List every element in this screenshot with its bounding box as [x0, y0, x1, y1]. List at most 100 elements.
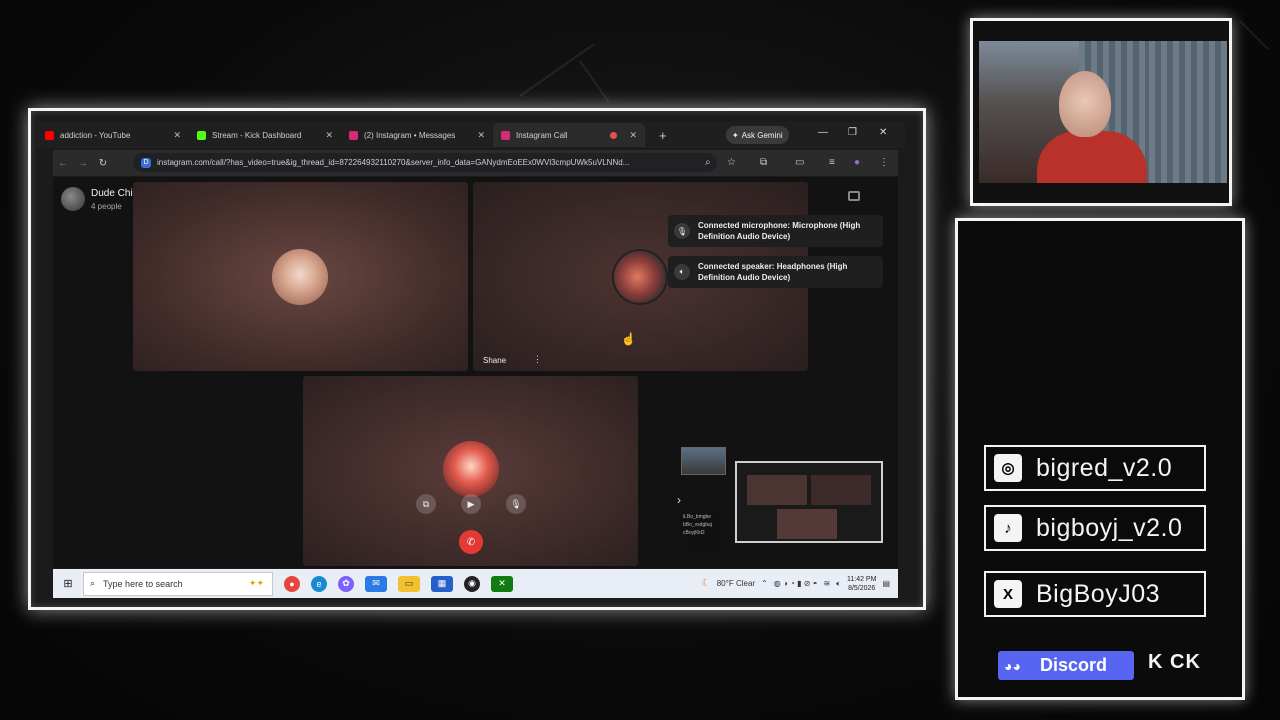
instagram-icon: [349, 130, 358, 140]
clock-time: 11:42 PM: [846, 575, 877, 583]
instagram-handle-card: ◎ bigred_v2.0: [984, 445, 1206, 491]
tab-label: (2) Instagram • Messages: [364, 130, 456, 140]
chrome-icon[interactable]: ●: [284, 575, 300, 592]
taskbar-search-input[interactable]: ⌕ Type here to search ✦✦: [83, 571, 273, 596]
mini-list-item: bBo_vsdgbaj: [683, 522, 712, 528]
tab-label: Instagram Call: [516, 130, 568, 140]
tiktok-handle-card: ♪ bigboyj_v2.0: [984, 505, 1206, 551]
chevron-right-icon[interactable]: ›: [677, 493, 681, 507]
participant-avatar: [612, 249, 668, 305]
zoom-icon[interactable]: ⌕: [705, 157, 711, 168]
microphone-connected-toast: 🎙︎ Connected microphone: Microphone (Hig…: [668, 215, 883, 247]
store-icon[interactable]: ▦: [431, 575, 453, 592]
x-handle-card: X BigBoyJ03: [984, 571, 1206, 617]
tiktok-handle: bigboyj_v2.0: [1036, 513, 1183, 542]
youtube-icon: [45, 130, 54, 140]
webcam-feed: [979, 41, 1227, 183]
hand-cursor-icon: ☝: [621, 332, 636, 346]
participant-avatar: [272, 249, 328, 305]
camera-button[interactable]: ▶: [461, 494, 481, 514]
tab-search-icon[interactable]: ≡: [829, 157, 835, 168]
extensions-icon[interactable]: ⧉: [760, 157, 767, 168]
toast-text: Connected microphone: Microphone (High: [698, 221, 861, 230]
obs-icon[interactable]: ◉: [464, 575, 480, 592]
reload-icon[interactable]: ↻: [93, 158, 113, 169]
discord-badge: ◕◕ Discord: [998, 651, 1134, 680]
webcam-frame: [970, 18, 1232, 206]
wifi-icon[interactable]: ≋: [823, 579, 830, 588]
streamer-head: [1059, 71, 1111, 137]
instagram-icon: ◎: [994, 454, 1022, 482]
weather-icon: ☾: [701, 578, 711, 589]
share-screen-button[interactable]: ⧉: [416, 494, 436, 514]
chevron-up-icon[interactable]: ⌃: [761, 579, 768, 588]
xbox-icon[interactable]: ✕: [491, 575, 513, 592]
bookmark-star-icon[interactable]: ☆: [727, 157, 736, 168]
group-member-count: 4 people: [91, 202, 122, 211]
end-call-button[interactable]: ✆: [459, 530, 483, 554]
forward-icon[interactable]: →: [73, 158, 93, 169]
speaker-connected-toast: 🔈︎ Connected speaker: Headphones (High D…: [668, 256, 883, 288]
ask-gemini-button[interactable]: ✦ Ask Gemini: [726, 126, 789, 144]
mail-icon[interactable]: ✉: [365, 575, 387, 592]
toast-text: Connected speaker: Headphones (High: [698, 262, 848, 271]
decorative-line: [1239, 20, 1269, 50]
window-close-icon[interactable]: ✕: [879, 127, 887, 138]
profile-avatar[interactable]: ●: [854, 157, 860, 168]
x-handle: BigBoyJ03: [1036, 579, 1161, 608]
discord-label: Discord: [1040, 655, 1108, 675]
edge-icon[interactable]: e: [311, 575, 327, 592]
maximize-icon[interactable]: ❐: [848, 127, 857, 138]
tab-youtube[interactable]: addiction - YouTube ✕: [37, 123, 189, 147]
toast-text: Definition Audio Device): [698, 273, 791, 282]
address-bar[interactable]: D instagram.com/call/?has_video=true&ig_…: [133, 153, 717, 172]
instagram-icon: [501, 130, 510, 140]
system-tray: ☾ 80°F Clear ⌃ ◍ ◑ ◔ ▮ ⊘ ◓ ≋ 🔈︎ 11:42 PM…: [702, 575, 898, 593]
participant-tile[interactable]: [133, 182, 468, 371]
search-placeholder: Type here to search: [103, 578, 183, 589]
preview-tile: [777, 509, 837, 539]
minimize-icon[interactable]: —: [818, 127, 828, 138]
windows-start-icon[interactable]: ⊞: [53, 577, 83, 590]
tab-instagram-messages[interactable]: (2) Instagram • Messages ✕: [341, 123, 493, 147]
tab-label: addiction - YouTube: [60, 130, 131, 140]
more-options-icon[interactable]: ⋮: [533, 354, 542, 365]
tab-instagram-call[interactable]: Instagram Call ✕: [493, 123, 645, 147]
tab-label: Stream - Kick Dashboard: [212, 130, 302, 140]
file-explorer-icon[interactable]: ▭: [398, 575, 420, 592]
notification-icon[interactable]: ▤: [882, 579, 890, 588]
volume-icon[interactable]: 🔈︎: [836, 579, 841, 589]
tab-kick-dashboard[interactable]: Stream - Kick Dashboard ✕: [189, 123, 341, 147]
preview-tile: [747, 475, 807, 505]
self-preview-thumbnail[interactable]: [681, 447, 726, 475]
tray-icons[interactable]: ◍ ◑ ◔ ▮ ⊘ ◓: [774, 579, 818, 588]
copilot-icon[interactable]: ✿: [338, 575, 354, 592]
browser-toolbar: ← → ↻ D instagram.com/call/?has_video=tr…: [53, 150, 898, 176]
participant-name: Shane: [483, 356, 507, 365]
weather-text[interactable]: 80°F Clear: [717, 579, 755, 588]
taskbar-clock[interactable]: 11:42 PM 8/5/2026: [847, 575, 876, 593]
microphone-button[interactable]: 🎙︎: [506, 494, 526, 514]
close-icon[interactable]: ✕: [325, 130, 333, 141]
discord-icon: ◕◕: [1004, 657, 1021, 674]
speaker-icon: 🔈︎: [674, 264, 690, 280]
streamer-body: [1037, 131, 1147, 183]
new-tab-button[interactable]: +: [659, 128, 667, 143]
close-icon[interactable]: ✕: [477, 130, 485, 141]
close-icon[interactable]: ✕: [173, 130, 181, 141]
background-curtain: [1149, 41, 1227, 183]
screen-share-preview[interactable]: [735, 461, 883, 543]
microphone-icon: 🎙︎: [674, 223, 690, 239]
site-info-icon[interactable]: D: [141, 157, 151, 168]
participant-avatar: [443, 441, 499, 497]
sparkle-icon: ✦: [732, 130, 739, 140]
back-icon[interactable]: ←: [53, 158, 73, 169]
toast-text: Definition Audio Device): [698, 232, 791, 241]
instagram-call-view: Dude Chill Just Chill 4 people Shane ⋮ ☝…: [53, 177, 898, 568]
close-icon[interactable]: ✕: [629, 130, 637, 141]
layout-grid-icon[interactable]: [848, 191, 860, 201]
cast-icon[interactable]: ▭: [795, 157, 804, 168]
more-menu-icon[interactable]: ⋮: [879, 157, 889, 168]
kick-icon: [197, 130, 206, 140]
ask-gemini-label: Ask Gemini: [741, 130, 783, 140]
